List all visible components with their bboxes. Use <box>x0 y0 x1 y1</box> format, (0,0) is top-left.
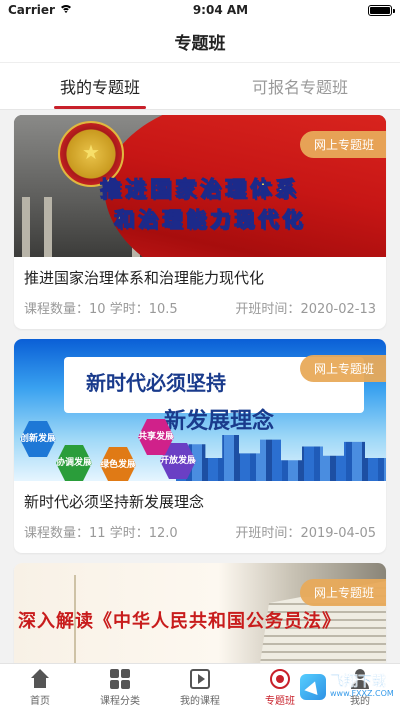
course-start-date: 开班时间：2020-02-13 <box>235 298 376 317</box>
wifi-icon <box>58 5 73 15</box>
tab-enrollable-special-classes[interactable]: 可报名专题班 <box>200 63 400 109</box>
tabbar-label: 专题班 <box>265 695 295 707</box>
count-label: 课程数量： <box>24 526 90 541</box>
count-value: 11 <box>89 526 106 541</box>
cover-city-skyline <box>176 435 386 481</box>
course-cover-image: 深入解读《中华人民共和国公务员法》 网上专题班 <box>14 563 386 663</box>
tabbar-item-my-courses[interactable]: 我的课程 <box>160 664 240 711</box>
watermark-plane-icon <box>300 674 326 700</box>
course-title: 新时代必须坚持新发展理念 <box>24 493 205 511</box>
tab-my-special-classes[interactable]: 我的专题班 <box>0 63 200 109</box>
course-card[interactable]: 推进国家治理体系 和治理能力现代化 网上专题班 推进国家治理体系和治理能力现代化… <box>14 115 386 329</box>
cover-text-line: 和治理能力现代化 <box>114 207 306 232</box>
status-left: Carrier <box>8 3 73 17</box>
watermark-text: 飞翔下载 www.FXXZ.COM <box>330 673 394 699</box>
tabbar-item-categories[interactable]: 课程分类 <box>80 664 160 711</box>
online-class-badge: 网上专题班 <box>299 579 386 606</box>
count-label: 课程数量： <box>24 302 90 317</box>
battery-icon <box>368 4 395 16</box>
tabbar-item-home[interactable]: 首页 <box>0 664 80 711</box>
course-card[interactable]: 新时代必须坚持 新发展理念 创新发展 协调发展 绿色发展 开放发展 共享发展 网… <box>14 339 386 553</box>
hours-value: 12.0 <box>148 526 178 541</box>
hours-value: 10.5 <box>148 302 178 317</box>
watermark-brand: 飞翔下载 <box>330 673 386 690</box>
online-class-badge: 网上专题班 <box>299 355 386 382</box>
course-title: 推进国家治理体系和治理能力现代化 <box>24 269 265 287</box>
watermark-url: www.FXXZ.COM <box>330 689 394 699</box>
segment-tabs: 我的专题班 可报名专题班 <box>0 62 400 110</box>
home-icon <box>30 668 50 689</box>
course-cover-image: 新时代必须坚持 新发展理念 创新发展 协调发展 绿色发展 开放发展 共享发展 网… <box>14 339 386 481</box>
tabbar-label: 我的课程 <box>180 695 220 707</box>
count-value: 10 <box>89 302 106 317</box>
status-bar: Carrier 9:04 AM <box>0 0 400 20</box>
cover-hex-label: 协调发展 <box>56 445 92 481</box>
start-label: 开班时间： <box>235 302 301 317</box>
nav-bar: 专题班 <box>0 20 400 62</box>
start-date-value: 2019-04-05 <box>300 526 376 541</box>
carrier-label: Carrier <box>8 3 55 17</box>
course-count-hours: 课程数量：10 学时：10.5 <box>24 298 178 317</box>
hours-label: 学时： <box>109 302 149 317</box>
cover-hex-label: 绿色发展 <box>100 447 136 481</box>
course-meta: 课程数量：10 学时：10.5 开班时间：2020-02-13 <box>14 294 386 329</box>
online-class-badge: 网上专题班 <box>299 131 386 158</box>
status-time: 9:04 AM <box>192 3 249 17</box>
cover-text-line: 深入解读《中华人民共和国公务员法》 <box>18 611 341 632</box>
cover-text-line: 新时代必须坚持 <box>86 371 226 395</box>
watermark-logo: 飞翔下载 www.FXXZ.COM <box>300 667 396 707</box>
course-meta: 课程数量：11 学时：12.0 开班时间：2019-04-05 <box>14 518 386 553</box>
course-cover-image: 推进国家治理体系 和治理能力现代化 网上专题班 <box>14 115 386 257</box>
start-label: 开班时间： <box>235 526 301 541</box>
page-title: 专题班 <box>174 33 226 54</box>
cover-text-line: 新发展理念 <box>164 409 275 434</box>
battery-level-fill <box>370 6 390 14</box>
special-class-icon <box>270 668 290 689</box>
tabbar-label: 课程分类 <box>100 695 140 707</box>
cover-text-line: 推进国家治理体系 <box>100 176 300 202</box>
course-list[interactable]: 推进国家治理体系 和治理能力现代化 网上专题班 推进国家治理体系和治理能力现代化… <box>0 111 400 663</box>
play-icon <box>190 668 210 689</box>
course-start-date: 开班时间：2019-04-05 <box>235 522 376 541</box>
hours-label: 学时： <box>109 526 149 541</box>
start-date-value: 2020-02-13 <box>300 302 376 317</box>
course-count-hours: 课程数量：11 学时：12.0 <box>24 522 178 541</box>
grid-icon <box>110 668 130 689</box>
cover-hex-label: 创新发展 <box>20 421 56 457</box>
course-card[interactable]: 深入解读《中华人民共和国公务员法》 网上专题班 <box>14 563 386 663</box>
tabbar-label: 首页 <box>30 695 50 707</box>
